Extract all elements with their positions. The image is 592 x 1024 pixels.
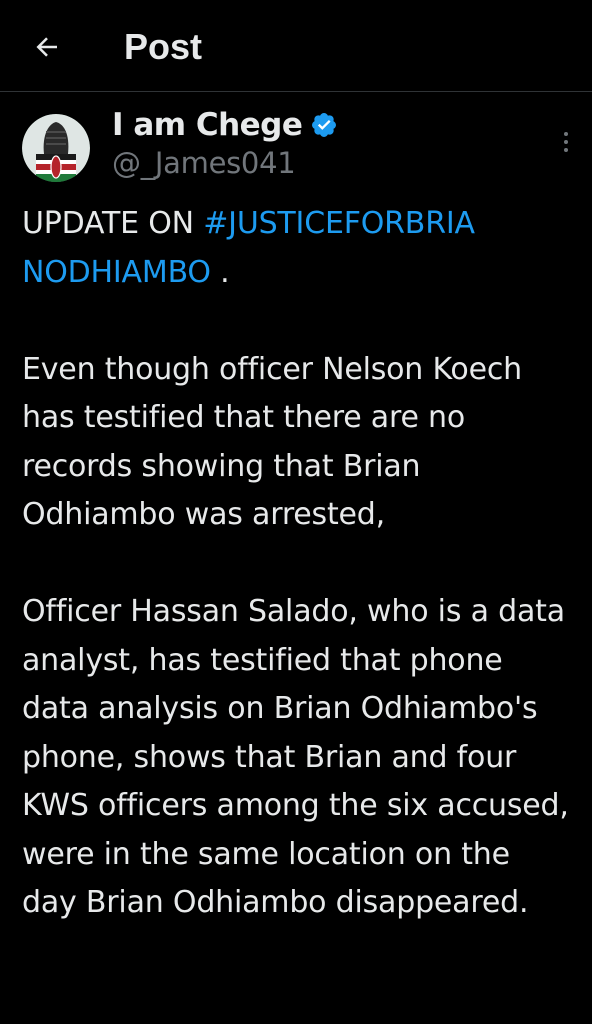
post-text-segment: . xyxy=(210,254,230,290)
post-text: UPDATE ON #JUSTICEFORBRIA NODHIAMBO . Eve… xyxy=(22,200,572,928)
page-title: Post xyxy=(124,26,203,67)
post-paragraph-3: Officer Hassan Salado, who is a data ana… xyxy=(22,594,569,920)
avatar[interactable] xyxy=(22,114,90,182)
verified-badge-icon xyxy=(312,113,337,137)
hashtag-link[interactable]: #JUSTICEFORBRIA xyxy=(203,206,475,241)
post-screen: Post I am Chege @_James041 UPDATE ON #JU… xyxy=(0,0,592,1024)
back-button[interactable] xyxy=(22,22,72,72)
post-paragraph-2: Even though officer Nelson Koech has tes… xyxy=(22,351,522,533)
more-dot xyxy=(564,140,568,144)
more-dot xyxy=(564,148,568,152)
display-name[interactable]: I am Chege xyxy=(112,107,303,143)
top-bar: Post xyxy=(0,0,592,92)
post-paragraph-1: UPDATE ON #JUSTICEFORBRIA NODHIAMBO . xyxy=(22,200,572,297)
hashtag-link-continued[interactable]: NODHIAMBO xyxy=(22,255,211,290)
avatar-raised-fist-kenya-flag xyxy=(22,114,90,182)
more-dot xyxy=(564,132,568,136)
post-text-segment: UPDATE ON xyxy=(22,206,204,241)
user-handle[interactable]: @_James041 xyxy=(112,146,296,180)
post-author: I am Chege @_James041 xyxy=(0,100,592,192)
more-options-button[interactable] xyxy=(554,122,578,162)
arrow-left-icon xyxy=(36,37,57,57)
name-row: I am Chege xyxy=(112,104,338,146)
